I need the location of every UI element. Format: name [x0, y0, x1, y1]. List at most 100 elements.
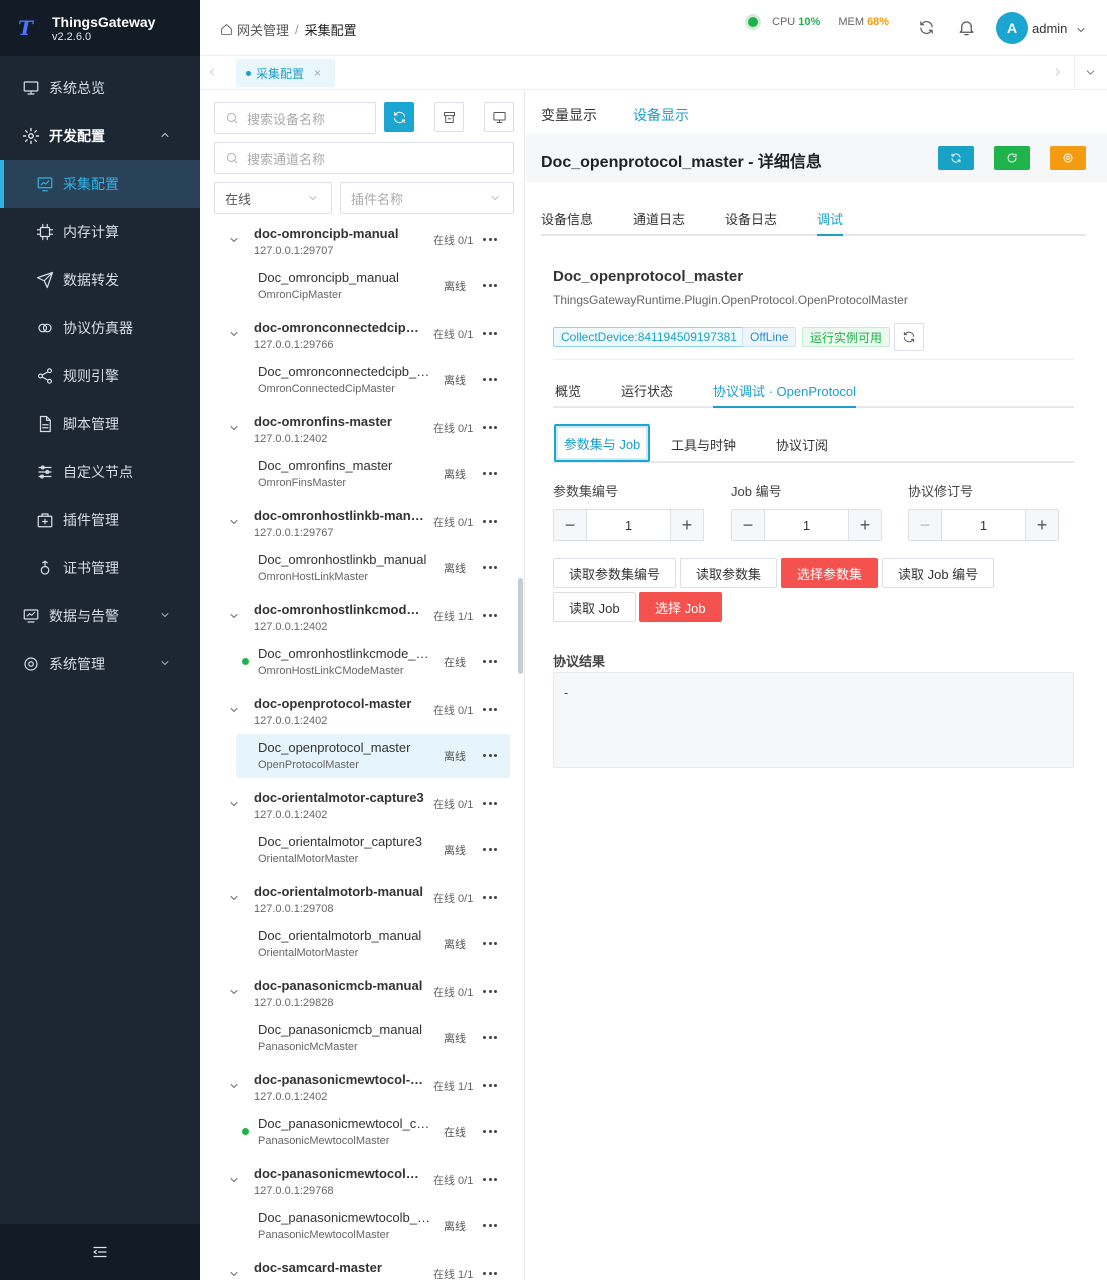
more-icon[interactable] — [483, 332, 497, 336]
plugin-filter-select[interactable]: 插件名称 — [340, 182, 514, 214]
tab-protocol-subscribe[interactable]: 协议订阅 — [776, 435, 828, 454]
more-icon[interactable] — [483, 990, 497, 994]
increment-button[interactable]: + — [671, 510, 703, 540]
refresh-icon[interactable] — [918, 19, 935, 36]
more-icon[interactable] — [483, 802, 497, 806]
store-button[interactable] — [434, 102, 464, 132]
device-row[interactable]: Doc_omronhostlinkb_manual OmronHostLinkMa… — [236, 546, 510, 590]
tab-channel-log[interactable]: 通道日志 — [633, 209, 685, 228]
more-icon[interactable] — [483, 660, 497, 664]
sidebar-item-data-forward[interactable]: 数据转发 — [0, 256, 200, 304]
chevron-down-icon[interactable] — [1084, 66, 1097, 79]
sidebar-item-scripts[interactable]: 脚本管理 — [0, 400, 200, 448]
chevron-down-icon[interactable] — [228, 892, 240, 904]
read-parameter-set-button[interactable]: 读取参数集 — [680, 558, 778, 588]
more-icon[interactable] — [483, 942, 497, 946]
chevron-down-icon[interactable] — [228, 516, 240, 528]
user-menu[interactable]: admin — [1032, 21, 1087, 36]
parameter-set-value[interactable]: 1 — [586, 510, 671, 540]
bell-icon[interactable] — [957, 18, 976, 37]
sidebar-item-memory-compute[interactable]: 内存计算 — [0, 208, 200, 256]
tab-protocol-debug[interactable]: 协议调试 · OpenProtocol — [713, 381, 857, 408]
chevron-down-icon[interactable] — [228, 328, 240, 340]
sidebar-item-custom-nodes[interactable]: 自定义节点 — [0, 448, 200, 496]
more-icon[interactable] — [483, 1084, 497, 1088]
sidebar-item-overview[interactable]: 系统总览 — [0, 64, 200, 112]
tab-tool-clock[interactable]: 工具与时钟 — [671, 435, 736, 454]
read-job-number-button[interactable]: 读取 Job 编号 — [882, 558, 995, 588]
sidebar-item-dev-config[interactable]: 开发配置 — [0, 112, 200, 160]
tab-runtime-state[interactable]: 运行状态 — [621, 381, 673, 400]
chevron-down-icon[interactable] — [228, 234, 240, 246]
monitor-button[interactable] — [484, 102, 514, 132]
device-row[interactable]: Doc_panasonicmewtocol_cap... PanasonicMew… — [236, 1110, 510, 1154]
decrement-button[interactable]: − — [554, 510, 586, 540]
more-icon[interactable] — [483, 1130, 497, 1134]
decrement-button[interactable]: − — [732, 510, 764, 540]
sidebar-item-certificates[interactable]: 证书管理 — [0, 544, 200, 592]
device-row[interactable]: Doc_openprotocol_master OpenProtocolMaste… — [236, 734, 510, 778]
more-icon[interactable] — [483, 754, 497, 758]
status-filter-select[interactable]: 在线 — [214, 182, 332, 214]
tab-overview[interactable]: 概览 — [555, 381, 581, 400]
tab-debug[interactable]: 调试 — [817, 209, 844, 236]
sidebar-item-simulator[interactable]: 协议仿真器 — [0, 304, 200, 352]
more-icon[interactable] — [483, 1178, 497, 1182]
chevron-down-icon[interactable] — [228, 704, 240, 716]
tab-parameter-set-job[interactable]: 参数集与 Job — [554, 424, 650, 462]
tab-device-info[interactable]: 设备信息 — [541, 209, 593, 228]
close-icon[interactable]: × — [314, 66, 321, 80]
decrement-button[interactable]: − — [909, 510, 941, 540]
tab-device-log[interactable]: 设备日志 — [725, 209, 777, 228]
more-icon[interactable] — [483, 614, 497, 618]
sidebar-item-rule-engine[interactable]: 规则引擎 — [0, 352, 200, 400]
avatar[interactable]: A — [996, 12, 1028, 44]
chevron-down-icon[interactable] — [228, 1080, 240, 1092]
device-row[interactable]: Doc_omronconnectedcipb_m... OmronConnecte… — [236, 358, 510, 402]
more-icon[interactable] — [483, 426, 497, 430]
increment-button[interactable]: + — [849, 510, 881, 540]
more-icon[interactable] — [483, 848, 497, 852]
sidebar-item-data-alarm[interactable]: 数据与告警 — [0, 592, 200, 640]
tab-collect-config[interactable]: 采集配置 × — [236, 59, 336, 87]
tab-device-view[interactable]: 设备显示 — [633, 105, 689, 136]
device-row[interactable]: Doc_orientalmotor_capture3 OrientalMotorM… — [236, 828, 510, 872]
refresh-status-button[interactable] — [894, 323, 924, 351]
more-icon[interactable] — [483, 520, 497, 524]
search-device-input[interactable]: 搜索设备名称 — [214, 102, 376, 134]
more-icon[interactable] — [483, 1272, 497, 1276]
read-job-button[interactable]: 读取 Job — [553, 592, 636, 622]
sidebar-collapse-button[interactable] — [0, 1224, 200, 1280]
breadcrumb-item[interactable]: 网关管理 — [237, 20, 289, 39]
more-icon[interactable] — [483, 472, 497, 476]
sidebar-item-collect-config[interactable]: 采集配置 — [0, 160, 200, 208]
chevron-down-icon[interactable] — [228, 986, 240, 998]
more-icon[interactable] — [483, 238, 497, 242]
restart-button[interactable] — [994, 146, 1030, 170]
refresh-button[interactable] — [384, 102, 414, 132]
channel-row[interactable]: doc-samcard-master 在线 1/1 — [200, 1258, 518, 1280]
more-icon[interactable] — [483, 1036, 497, 1040]
refresh-button[interactable] — [938, 146, 974, 170]
job-number-value[interactable]: 1 — [764, 510, 849, 540]
search-channel-input[interactable]: 搜索通道名称 — [214, 142, 514, 174]
more-icon[interactable] — [483, 708, 497, 712]
device-row[interactable]: Doc_omroncipb_manual OmronCipMaster 离线 — [236, 264, 510, 308]
sidebar-item-system[interactable]: 系统管理 — [0, 640, 200, 688]
chevron-left-icon[interactable] — [206, 66, 218, 78]
sidebar-item-plugins[interactable]: 插件管理 — [0, 496, 200, 544]
more-icon[interactable] — [483, 378, 497, 382]
read-parameter-set-number-button[interactable]: 读取参数集编号 — [553, 558, 677, 588]
more-icon[interactable] — [483, 1224, 497, 1228]
settings-button[interactable] — [1050, 146, 1086, 170]
device-row[interactable]: Doc_panasonicmewtocolb_m... PanasonicMewt… — [236, 1204, 510, 1248]
device-row[interactable]: Doc_orientalmotorb_manual OrientalMotorMa… — [236, 922, 510, 966]
chevron-down-icon[interactable] — [228, 798, 240, 810]
device-row[interactable]: Doc_omronhostlinkcmode_m... OmronHostLink… — [236, 640, 510, 684]
tree-scrollbar[interactable] — [518, 578, 523, 674]
chevron-down-icon[interactable] — [228, 1174, 240, 1186]
device-row[interactable]: Doc_omronfins_master OmronFinsMaster 离线 — [236, 452, 510, 496]
tab-variable-view[interactable]: 变量显示 — [541, 105, 597, 125]
chevron-right-icon[interactable] — [1052, 66, 1064, 78]
chevron-down-icon[interactable] — [228, 610, 240, 622]
